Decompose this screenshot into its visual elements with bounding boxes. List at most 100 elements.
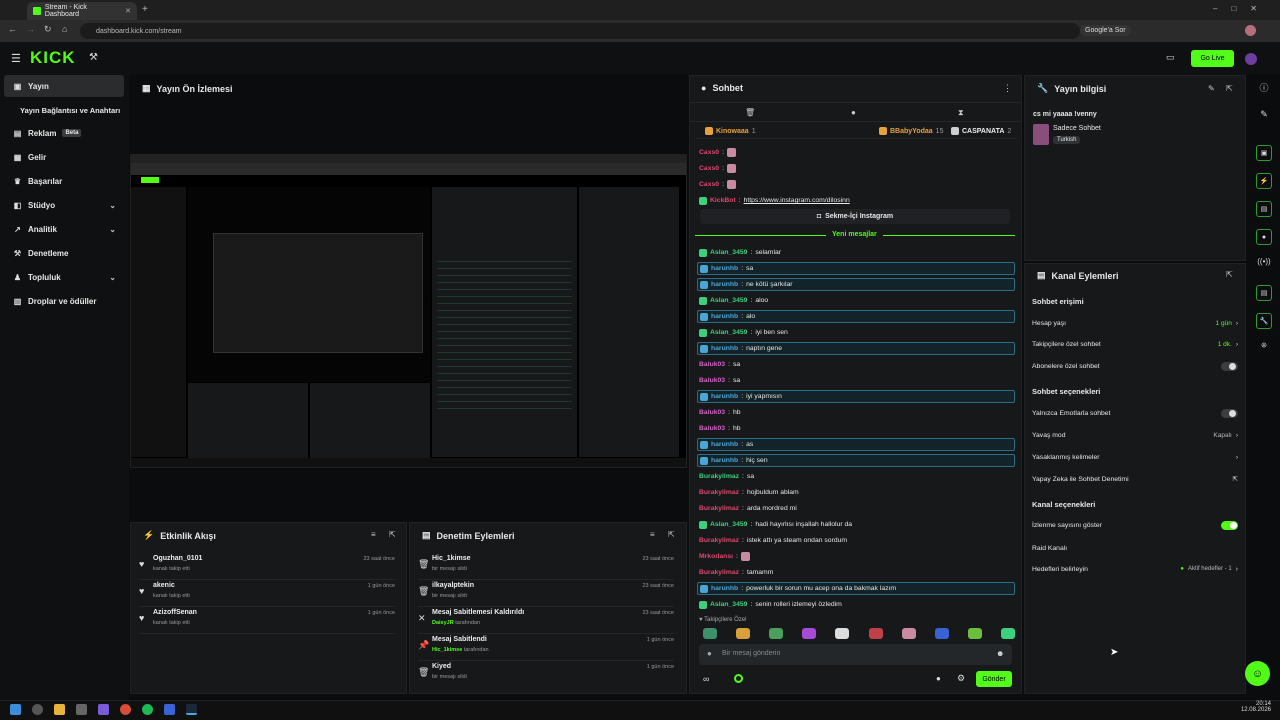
user-avatar[interactable] bbox=[1245, 53, 1257, 65]
app-icon[interactable] bbox=[164, 704, 175, 715]
sidebar-item-studyo[interactable]: ◧ Stüdyo ⌄ bbox=[4, 194, 124, 216]
start-icon[interactable] bbox=[10, 704, 21, 715]
emote-icon[interactable] bbox=[868, 628, 883, 639]
top-gifter-1[interactable]: Kinowaaa 1 bbox=[705, 127, 756, 135]
chat-username[interactable]: Mrkodansı bbox=[699, 553, 733, 560]
sidebar-item-basarilar[interactable]: ♛ Başarılar bbox=[4, 170, 124, 192]
emote-icon[interactable] bbox=[901, 628, 916, 639]
chat-message[interactable]: Baluk03: hb bbox=[697, 406, 1015, 419]
chat-username[interactable]: harunhb bbox=[711, 585, 738, 592]
chat-message[interactable]: Burakyilmaz: hojbuldum ablam bbox=[697, 486, 1015, 499]
new-tab-icon[interactable]: + bbox=[142, 4, 148, 15]
popout-icon[interactable]: ⇱ bbox=[389, 530, 396, 539]
raid-row[interactable]: Raid Kanalı bbox=[1032, 541, 1238, 555]
chat-bubble-icon[interactable]: ● bbox=[936, 674, 941, 683]
home-icon[interactable]: ⌂ bbox=[62, 24, 67, 34]
emote-only-toggle[interactable] bbox=[1221, 408, 1238, 418]
discord-icon[interactable] bbox=[98, 704, 109, 715]
google-ask-button[interactable]: Google'a Sor bbox=[1080, 25, 1131, 36]
panel-icon[interactable]: ▤ bbox=[1256, 285, 1272, 301]
chat-message[interactable]: Caxs0: bbox=[697, 162, 1015, 175]
chat-message[interactable]: harunhb: iyi yapmısın bbox=[697, 390, 1015, 403]
stream-manager-icon[interactable]: ▭ bbox=[1166, 52, 1175, 63]
sidebar-item-stream-key[interactable]: Yayın Bağlantısı ve Anahtarı bbox=[4, 99, 124, 121]
goals-row[interactable]: Hedefleri belirleyin ● Aktif hedefler - 1… bbox=[1032, 562, 1238, 576]
steam-icon[interactable] bbox=[186, 704, 197, 715]
chat-username[interactable]: Caxs0 bbox=[699, 149, 719, 156]
emote-icon[interactable] bbox=[703, 628, 717, 639]
banned-words-row[interactable]: Yasaklanmış kelimeler › bbox=[1032, 450, 1238, 464]
chat-username[interactable]: Burakyilmaz bbox=[699, 537, 739, 544]
chat-input[interactable]: ● Bir mesaj gönderin ☻ bbox=[699, 644, 1012, 665]
popout-icon[interactable]: ⇱ bbox=[668, 530, 675, 539]
emote-icon[interactable] bbox=[967, 628, 982, 639]
chat-message[interactable]: Burakyilmaz: sa bbox=[697, 470, 1015, 483]
modlog-user[interactable]: Kiyed bbox=[432, 663, 451, 670]
hammer-icon[interactable]: ⚒ bbox=[89, 52, 98, 63]
top-gifter-3[interactable]: CASPANATA 2 bbox=[951, 127, 1011, 135]
infinity-icon[interactable]: ∞ bbox=[703, 674, 709, 684]
chat-username[interactable]: Aslan_3459 bbox=[710, 249, 747, 256]
stream-category[interactable]: Sadece Sohbet bbox=[1053, 125, 1101, 132]
chat-username[interactable]: Aslan_3459 bbox=[710, 521, 747, 528]
chat-message[interactable]: KickBot: https://www.instagram.com/dilosi… bbox=[697, 194, 1015, 207]
hourglass-icon[interactable]: ⧗ bbox=[958, 108, 964, 118]
chat-message[interactable]: Mrkodansı: bbox=[697, 550, 1015, 563]
chat-message[interactable]: Aslan_3459: senin rolleri izlemeyi özledi… bbox=[697, 598, 1015, 611]
activity-user[interactable]: akenic bbox=[153, 582, 175, 589]
window-controls[interactable]: –□✕ bbox=[1213, 4, 1271, 13]
emoji-icon[interactable]: ☻ bbox=[996, 649, 1004, 658]
chat-username[interactable]: Baluk03 bbox=[699, 361, 725, 368]
ai-moderation-row[interactable]: Yapay Zeka ile Sohbet Denetimi ⇱ bbox=[1032, 472, 1238, 486]
url-field[interactable]: dashboard.kick.com/stream bbox=[80, 23, 1080, 39]
followers-only-row[interactable]: Takipçilere özel sohbet 1 dk. › bbox=[1032, 337, 1238, 351]
broadcast-icon[interactable]: ((•)) bbox=[1256, 257, 1272, 273]
chat-message[interactable]: harunhb: naptın gene bbox=[697, 342, 1015, 355]
profile-avatar[interactable] bbox=[1245, 25, 1256, 36]
chat-message[interactable]: Aslan_3459: aloo bbox=[697, 294, 1015, 307]
chat-username[interactable]: harunhb bbox=[711, 345, 738, 352]
clock[interactable]: 20:14 12.08.2026 bbox=[1226, 701, 1271, 713]
sidebar-item-analitik[interactable]: ↗ Analitik ⌄ bbox=[4, 218, 124, 240]
popout-icon[interactable]: ⇱ bbox=[1226, 270, 1233, 279]
chat-username[interactable]: harunhb bbox=[711, 457, 738, 464]
emote-icon[interactable] bbox=[835, 628, 850, 639]
instagram-link-button[interactable]: ◘ Sekme-İçi Instagram bbox=[700, 209, 1010, 224]
search-icon[interactable] bbox=[32, 704, 43, 715]
slow-mode-row[interactable]: Yavaş mod Kapalı › bbox=[1032, 428, 1238, 442]
chat-message[interactable]: Caxs0: bbox=[697, 178, 1015, 191]
show-viewers-toggle[interactable] bbox=[1221, 520, 1238, 530]
subs-only-toggle[interactable] bbox=[1221, 361, 1238, 371]
chat-username[interactable]: harunhb bbox=[711, 313, 738, 320]
chat-username[interactable]: Burakyilmaz bbox=[699, 473, 739, 480]
send-button[interactable]: Gönder bbox=[976, 671, 1012, 687]
account-age-row[interactable]: Hesap yaşı 1 gün › bbox=[1032, 316, 1238, 330]
menu-icon[interactable]: ☰ bbox=[11, 52, 21, 65]
stream-preview-icon[interactable]: ▣ bbox=[1256, 145, 1272, 161]
sidebar-item-yayin[interactable]: ▣ Yayın bbox=[4, 75, 124, 97]
lightning-icon[interactable]: ⚡ bbox=[1256, 173, 1272, 189]
close-tab-icon[interactable]: ✕ bbox=[125, 7, 131, 15]
chat-message[interactable]: Aslan_3459: iyi ben sen bbox=[697, 326, 1015, 339]
chat-message[interactable]: Baluk03: sa bbox=[697, 358, 1015, 371]
chat-bubble-icon[interactable]: ● bbox=[851, 108, 856, 117]
chat-username[interactable]: harunhb bbox=[711, 441, 738, 448]
chat-message[interactable]: Baluk03: hb bbox=[697, 422, 1015, 435]
chat-message[interactable]: Aslan_3459: hadi hayırlısı inşallah hallo… bbox=[697, 518, 1015, 531]
activity-user[interactable]: AzizoffSenan bbox=[153, 609, 197, 616]
filter-icon[interactable]: ≡ bbox=[371, 530, 376, 539]
chat-message[interactable]: Aslan_3459: selamlar bbox=[697, 246, 1015, 259]
forward-icon[interactable]: → bbox=[26, 24, 35, 34]
stream-preview-video[interactable] bbox=[130, 154, 687, 468]
chat-username[interactable]: Baluk03 bbox=[699, 425, 725, 432]
sidebar-item-reklam[interactable]: ▤ Reklam Beta bbox=[4, 122, 124, 144]
chat-message[interactable]: Burakyilmaz: tamamm bbox=[697, 566, 1015, 579]
chat-username[interactable]: Burakyilmaz bbox=[699, 569, 739, 576]
back-icon[interactable]: ← bbox=[8, 24, 17, 34]
top-gifter-2[interactable]: BBabyYodaa 15 bbox=[879, 127, 943, 135]
chat-username[interactable]: Caxs0 bbox=[699, 181, 719, 188]
chat-username[interactable]: Aslan_3459 bbox=[710, 329, 747, 336]
chat-username[interactable]: Caxs0 bbox=[699, 165, 719, 172]
chat-username[interactable]: KickBot bbox=[710, 197, 736, 204]
popout-icon[interactable]: ⇱ bbox=[1226, 84, 1233, 93]
